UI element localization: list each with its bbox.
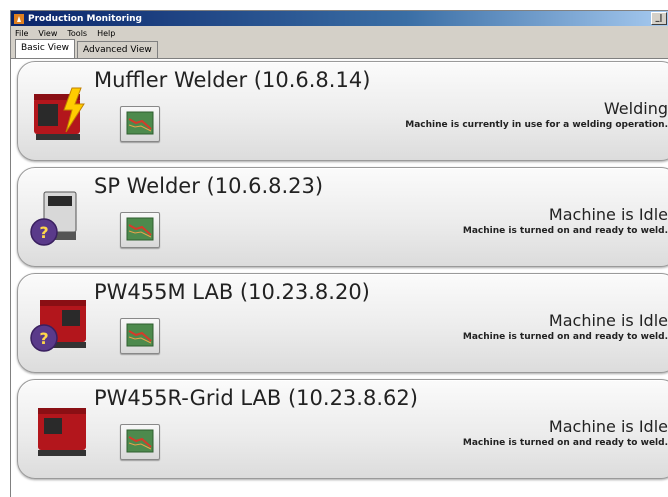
status-description: Machine is currently in use for a weldin… <box>405 120 668 130</box>
menu-tools[interactable]: Tools <box>67 29 87 38</box>
menu-bar: File View Tools Help <box>11 26 668 40</box>
graph-icon <box>126 429 154 453</box>
machine-card[interactable]: ? PW455M LAB (10.23.8.20) Machine is Idl… <box>17 273 668 373</box>
open-monitor-button[interactable] <box>120 318 160 354</box>
machine-name: PW455M LAB (10.23.8.20) <box>94 280 370 304</box>
machine-card[interactable]: ? SP Welder (10.6.8.23) Machine is Idle … <box>17 167 668 267</box>
status-description: Machine is turned on and ready to weld. <box>462 226 668 236</box>
status-description: Machine is turned on and ready to weld. <box>462 332 668 342</box>
app-icon <box>14 13 24 24</box>
tab-basic-view[interactable]: Basic View <box>15 39 76 58</box>
machine-card[interactable]: Muffler Welder (10.6.8.14) Welding Machi… <box>17 61 668 161</box>
machine-card[interactable]: PW455R-Grid LAB (10.23.8.62) Machine is … <box>17 379 668 479</box>
menu-view[interactable]: View <box>38 29 57 38</box>
title-bar: Production Monitoring _| <box>11 11 668 26</box>
welder-idle-icon: ? <box>30 300 86 352</box>
welder-active-icon <box>34 87 85 140</box>
open-monitor-button[interactable] <box>120 106 160 142</box>
tab-advanced-view[interactable]: Advanced View <box>77 41 158 58</box>
view-tabs: Basic View Advanced View <box>11 39 668 59</box>
graph-icon <box>126 111 154 135</box>
window-title: Production Monitoring <box>28 13 143 24</box>
machine-name: Muffler Welder (10.6.8.14) <box>94 68 371 92</box>
svg-text:?: ? <box>39 223 48 242</box>
menu-help[interactable]: Help <box>97 29 115 38</box>
status-title: Machine is Idle <box>548 205 668 224</box>
machine-list: Muffler Welder (10.6.8.14) Welding Machi… <box>11 59 668 497</box>
status-title: Welding <box>603 99 668 118</box>
status-description: Machine is turned on and ready to weld. <box>462 438 668 448</box>
welder-idle-icon <box>38 408 86 456</box>
machine-name: PW455R-Grid LAB (10.23.8.62) <box>94 386 418 410</box>
graph-icon <box>126 323 154 347</box>
status-title: Machine is Idle <box>548 417 668 436</box>
welder-idle-icon: ? <box>30 191 77 246</box>
window-controls[interactable]: _| <box>651 12 667 25</box>
graph-icon <box>126 217 154 241</box>
menu-file[interactable]: File <box>15 29 28 38</box>
open-monitor-button[interactable] <box>120 212 160 248</box>
svg-text:?: ? <box>39 329 48 348</box>
status-title: Machine is Idle <box>548 311 668 330</box>
machine-name: SP Welder (10.6.8.23) <box>94 174 324 198</box>
app-window: Production Monitoring _| File View Tools… <box>10 10 668 497</box>
open-monitor-button[interactable] <box>120 424 160 460</box>
